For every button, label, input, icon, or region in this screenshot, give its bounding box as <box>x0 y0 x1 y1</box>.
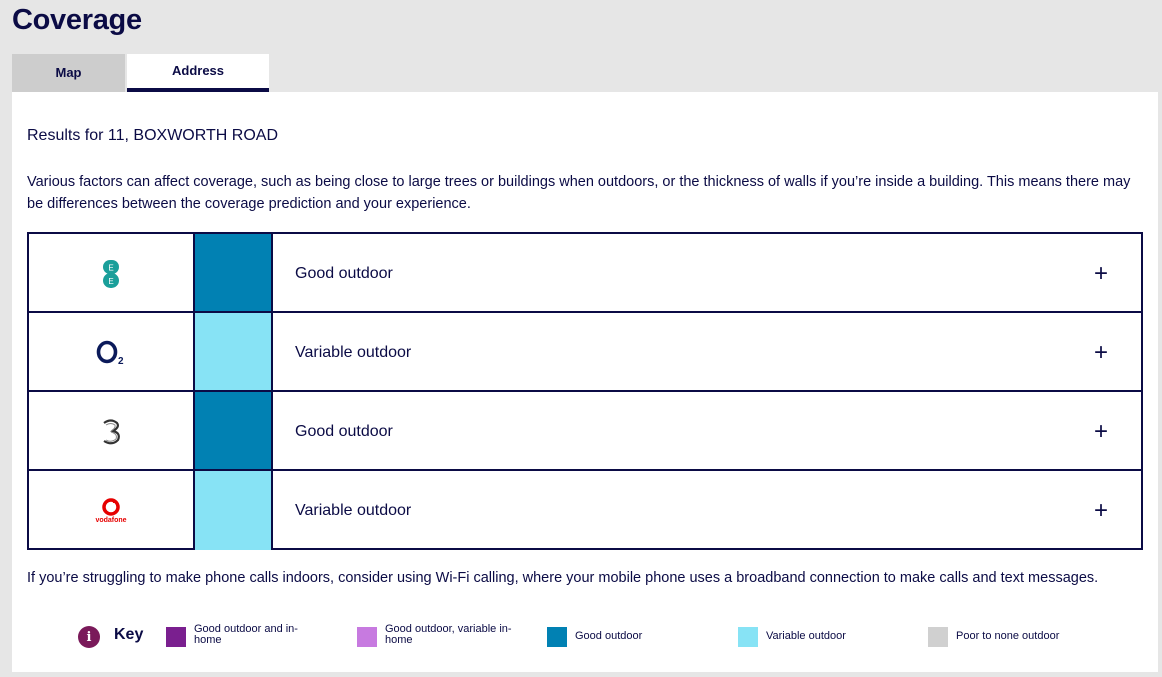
operator-row-vodafone[interactable]: vodafone Variable outdoor + <box>29 471 1141 550</box>
coverage-swatch <box>195 471 273 550</box>
operator-logo-cell: 2 <box>29 313 195 392</box>
key-label: Key <box>114 626 144 643</box>
key-swatch <box>738 627 758 647</box>
tab-map[interactable]: Map <box>12 54 125 92</box>
intro-text: Various factors can affect coverage, suc… <box>27 174 1131 212</box>
key-item-label: Good outdoor <box>575 630 643 642</box>
expand-icon[interactable]: + <box>1061 313 1141 392</box>
three-logo-icon <box>103 418 120 444</box>
key-item-label: Good outdoor and in-home <box>194 623 298 646</box>
ee-logo-icon: E E <box>103 259 119 288</box>
operator-logo-cell: vodafone <box>29 471 195 550</box>
key-item-good-outdoor-variable-in-home: Good outdoor, variable in-home <box>357 624 525 647</box>
operator-row-ee[interactable]: E E Good outdoor + <box>29 234 1141 313</box>
key-swatch <box>166 627 186 647</box>
coverage-swatch <box>195 392 273 471</box>
coverage-table: E E Good outdoor + 2 Variable outdoor + <box>27 232 1143 550</box>
wifi-calling-note: If you’re struggling to make phone calls… <box>27 570 1099 586</box>
vodafone-logo-icon <box>102 497 120 516</box>
expand-icon[interactable]: + <box>1061 234 1141 313</box>
page-title: Coverage <box>12 4 142 36</box>
svg-text:2: 2 <box>118 356 124 366</box>
key-swatch <box>928 627 948 647</box>
operator-row-o2[interactable]: 2 Variable outdoor + <box>29 313 1141 392</box>
key-item-variable-outdoor: Variable outdoor <box>738 624 886 647</box>
coverage-key: i Key Good outdoor and in-home Good outd… <box>78 624 1158 652</box>
key-swatch <box>357 627 377 647</box>
key-item-poor-outdoor: Poor to none outdoor <box>928 624 1106 647</box>
svg-text:E: E <box>108 263 113 272</box>
key-item-label: Poor to none outdoor <box>956 630 1060 642</box>
results-heading: Results for 11, BOXWORTH ROAD <box>27 127 279 144</box>
o2-logo-icon: 2 <box>96 340 124 366</box>
key-swatch <box>547 627 567 647</box>
info-icon[interactable]: i <box>78 626 100 648</box>
coverage-status: Variable outdoor <box>295 343 412 361</box>
svg-text:E: E <box>108 277 113 286</box>
tab-bar: Map Address <box>12 54 269 92</box>
address-panel: Results for 11, BOXWORTH ROAD Various fa… <box>12 92 1158 672</box>
operator-logo-cell <box>29 392 195 471</box>
vodafone-wordmark: vodafone <box>95 516 127 524</box>
coverage-status: Good outdoor <box>295 422 393 440</box>
coverage-status: Variable outdoor <box>295 501 412 519</box>
operator-row-three[interactable]: Good outdoor + <box>29 392 1141 471</box>
expand-icon[interactable]: + <box>1061 471 1141 550</box>
expand-icon[interactable]: + <box>1061 392 1141 471</box>
key-item-good-outdoor-in-home: Good outdoor and in-home <box>166 624 314 647</box>
key-item-label: Good outdoor, variable in-home <box>385 623 512 646</box>
key-item-label: Variable outdoor <box>766 630 846 642</box>
key-item-good-outdoor: Good outdoor <box>547 624 695 647</box>
coverage-swatch <box>195 234 273 313</box>
coverage-swatch <box>195 313 273 392</box>
operator-logo-cell: E E <box>29 234 195 313</box>
tab-address[interactable]: Address <box>127 54 269 92</box>
coverage-status: Good outdoor <box>295 264 393 282</box>
